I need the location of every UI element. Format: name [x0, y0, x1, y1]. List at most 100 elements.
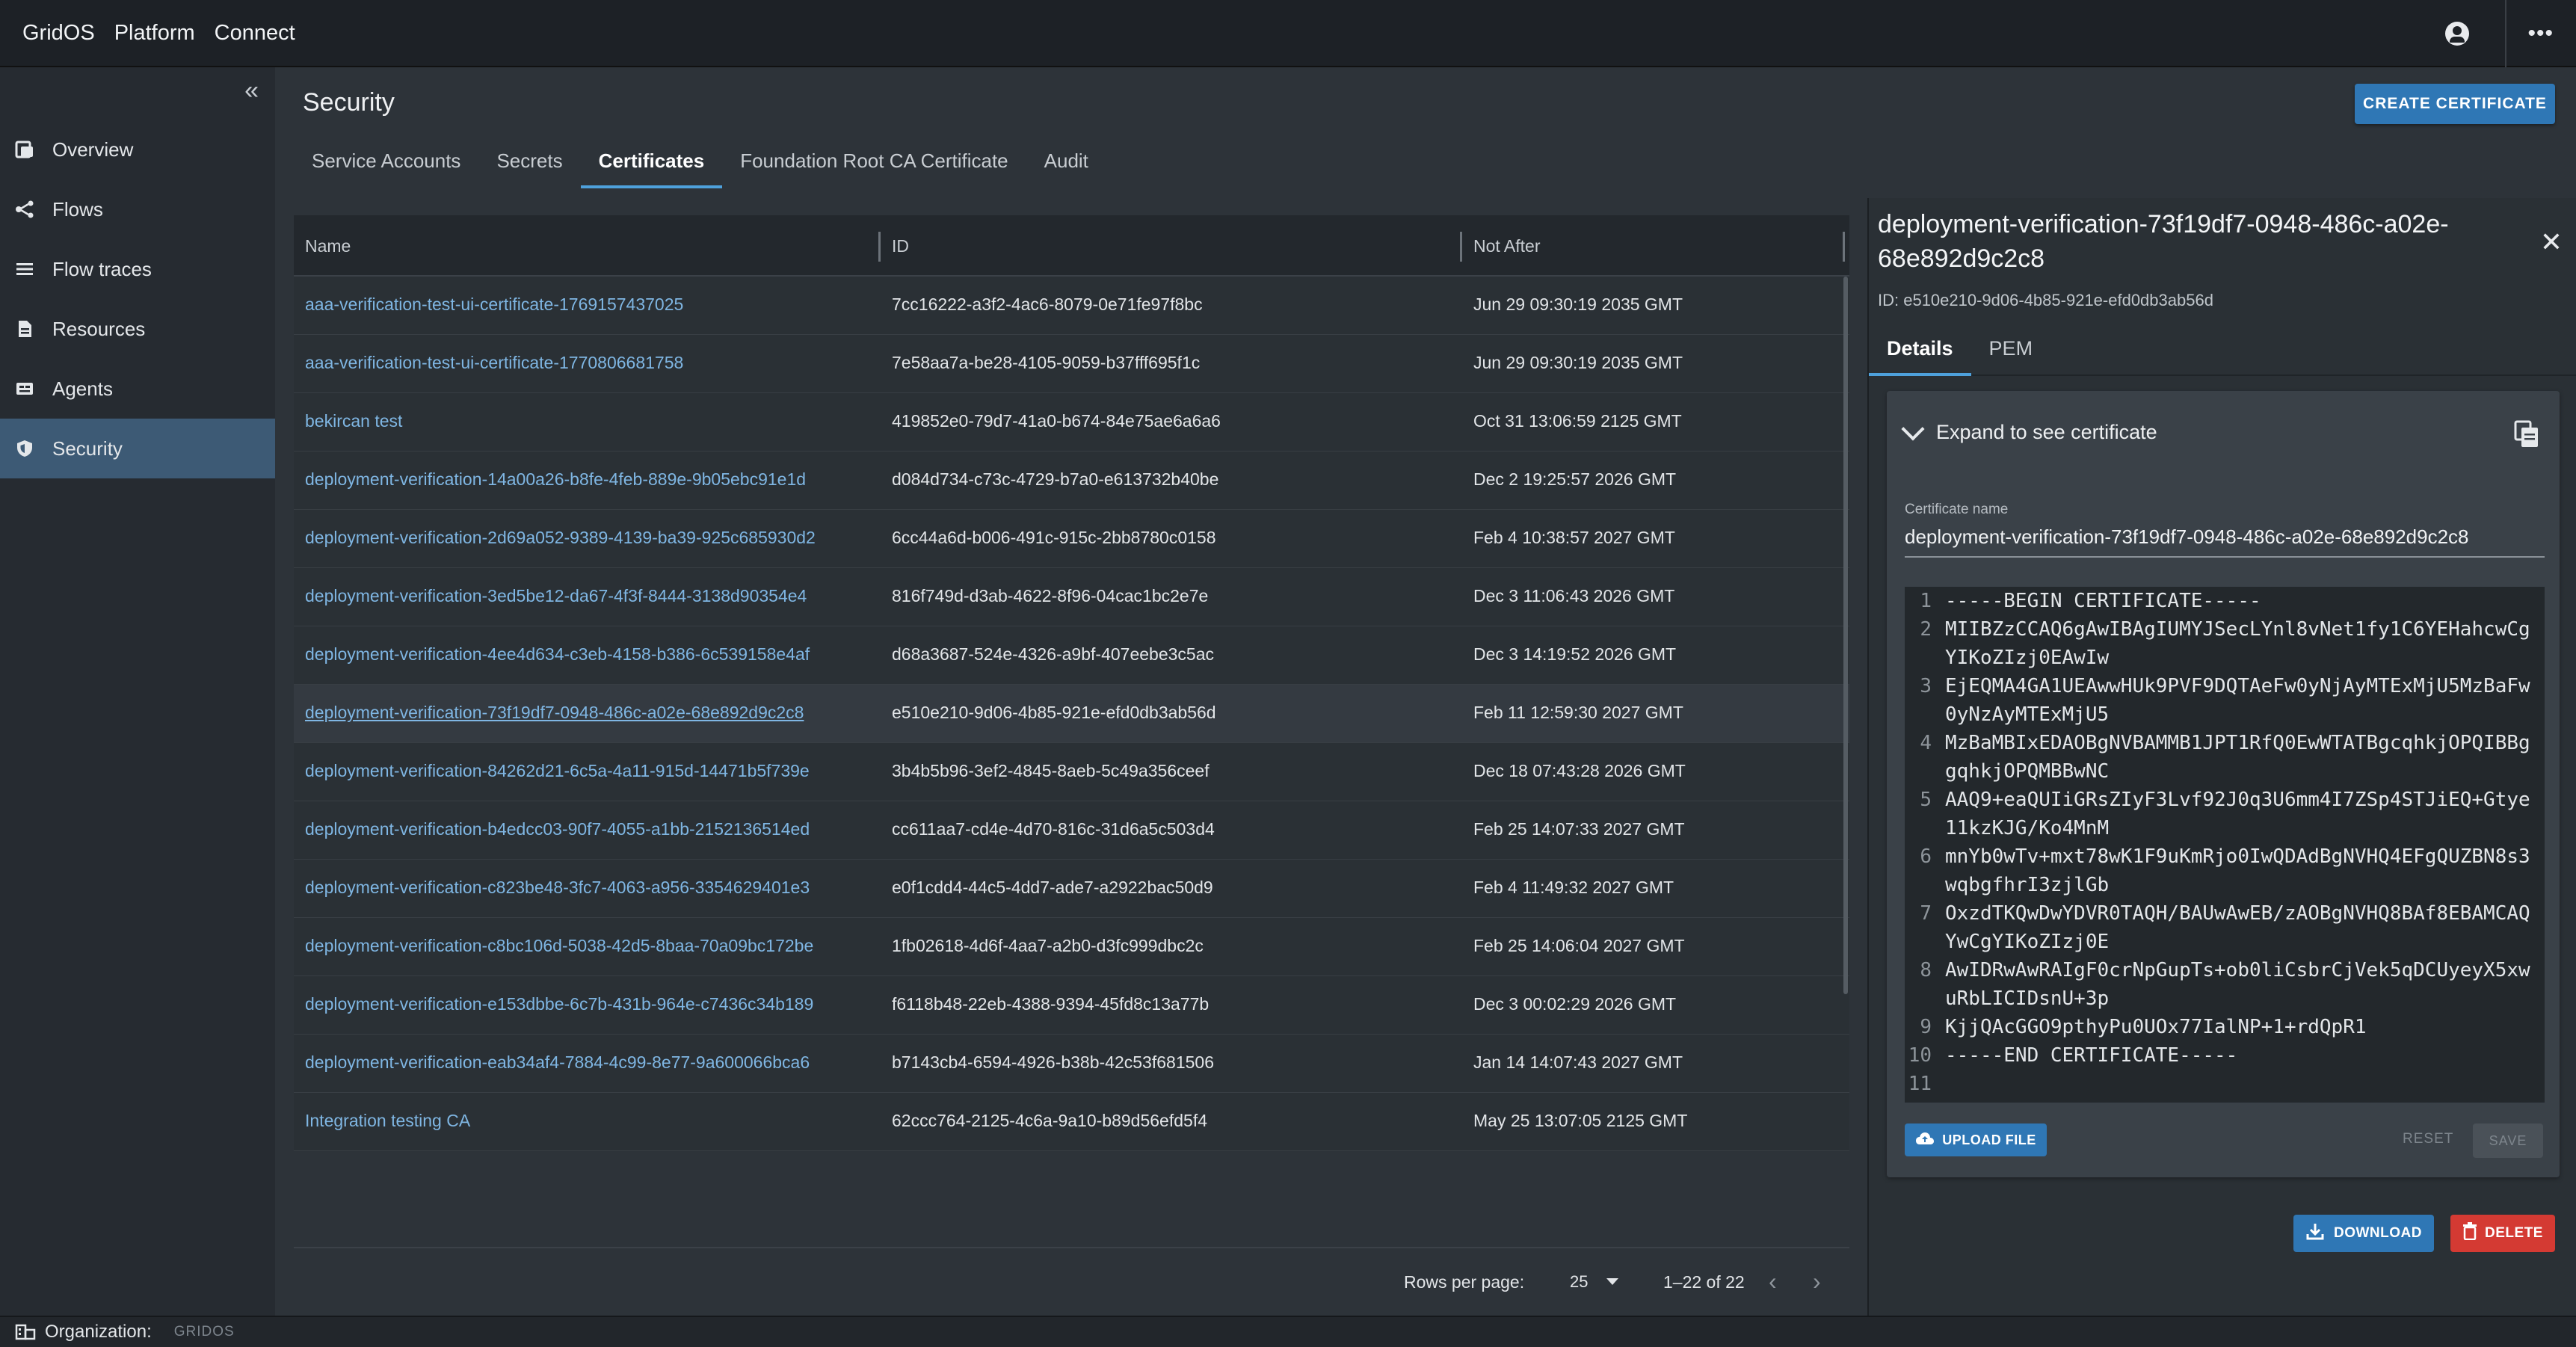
- expand-certificate-toggle[interactable]: Expand to see certificate: [1901, 416, 2545, 454]
- certificate-id: d68a3687-524e-4326-a9bf-407eebe3c5ac: [892, 644, 1214, 664]
- reset-button[interactable]: RESET: [2403, 1131, 2453, 1147]
- code-line: 3 EjEQMA4GA1UEAwwHUk9PVF9DQTAeFw0yNjAyMTE…: [1905, 672, 2545, 729]
- upload-file-button[interactable]: UPLOAD FILE: [1905, 1123, 2047, 1156]
- certificate-name-link[interactable]: deployment-verification-4ee4d634-c3eb-41…: [305, 644, 810, 665]
- line-number: 3: [1920, 675, 1932, 697]
- brand-connect[interactable]: Connect: [215, 21, 295, 46]
- certificate-not-after: Oct 31 13:06:59 2125 GMT: [1473, 411, 1682, 431]
- certificate-name-link[interactable]: deployment-verification-3ed5be12-da67-4f…: [305, 586, 807, 606]
- column-header-name[interactable]: Name: [305, 236, 351, 256]
- table-row[interactable]: deployment-verification-eab34af4-7884-4c…: [294, 1035, 1849, 1093]
- code-line: 6 mnYb0wTv+mxt78wK1F9uKmRjo0IwQDAdBgNVHQ4…: [1905, 842, 2545, 899]
- line-number: 6: [1920, 845, 1932, 868]
- page-title: Security: [303, 88, 395, 117]
- table-row[interactable]: Integration testing CA 62ccc764-2125-4c6a…: [294, 1093, 1849, 1151]
- column-resize-handle[interactable]: [1460, 232, 1462, 262]
- table-row[interactable]: aaa-verification-test-ui-certificate-177…: [294, 335, 1849, 393]
- sidebar-item-resources[interactable]: Resources: [0, 299, 275, 359]
- line-number: 10: [1908, 1044, 1932, 1067]
- certificate-id: b7143cb4-6594-4926-b38b-42c53f681506: [892, 1052, 1214, 1072]
- table-scrollbar[interactable]: [1843, 277, 1848, 994]
- certificate-name-link[interactable]: deployment-verification-73f19df7-0948-48…: [305, 703, 804, 723]
- certificate-name-link[interactable]: deployment-verification-e153dbbe-6c7b-43…: [305, 994, 813, 1014]
- table-row[interactable]: deployment-verification-e153dbbe-6c7b-43…: [294, 976, 1849, 1035]
- detail-id: ID: e510e210-9d06-4b85-921e-efd0db3ab56d: [1878, 291, 2213, 309]
- sidebar-nav: Overview Flows Flow traces Resources Age…: [0, 120, 275, 478]
- column-resize-handle[interactable]: [1843, 232, 1845, 262]
- table-row[interactable]: deployment-verification-2d69a052-9389-41…: [294, 510, 1849, 568]
- account-circle-icon[interactable]: [2445, 22, 2470, 46]
- certificate-name-link[interactable]: deployment-verification-eab34af4-7884-4c…: [305, 1052, 810, 1073]
- certificate-name-link[interactable]: bekircan test: [305, 411, 402, 431]
- save-button[interactable]: SAVE: [2473, 1123, 2543, 1158]
- sidebar-item-label: Flows: [52, 197, 103, 221]
- table-row[interactable]: deployment-verification-3ed5be12-da67-4f…: [294, 568, 1849, 626]
- line-number: 2: [1920, 618, 1932, 641]
- certificate-card: Expand to see certificate Certificate na…: [1887, 391, 2560, 1177]
- certificate-not-after: Jun 29 09:30:19 2035 GMT: [1473, 295, 1683, 314]
- organization-bar: Organization: GRIDOS: [0, 1316, 2576, 1347]
- column-resize-handle[interactable]: [878, 232, 881, 262]
- tab-secrets[interactable]: Secrets: [478, 142, 580, 191]
- sidebar-item-overview[interactable]: Overview: [0, 120, 275, 179]
- line-number: 8: [1920, 959, 1932, 981]
- certificate-name-link[interactable]: deployment-verification-b4edcc03-90f7-40…: [305, 819, 810, 839]
- table-row[interactable]: deployment-verification-c8bc106d-5038-42…: [294, 918, 1849, 976]
- dashboard-icon: [13, 138, 36, 161]
- certificate-name-link[interactable]: deployment-verification-2d69a052-9389-41…: [305, 528, 816, 548]
- line-text: -----END CERTIFICATE-----: [1945, 1044, 2238, 1067]
- code-line: 7 OxzdTKQwDwYDVR0TAQH/BAUwAwEB/zAOBgNVHQ8…: [1905, 899, 2545, 956]
- brand-name[interactable]: GridOS: [22, 21, 95, 46]
- column-header-id[interactable]: ID: [892, 236, 909, 256]
- certificate-name-link[interactable]: deployment-verification-14a00a26-b8fe-4f…: [305, 469, 806, 490]
- certificate-name-link[interactable]: deployment-verification-84262d21-6c5a-4a…: [305, 761, 810, 781]
- caret-down-icon[interactable]: [1606, 1278, 1618, 1285]
- upload-file-label: UPLOAD FILE: [1942, 1132, 2036, 1147]
- certificate-detail-panel: deployment-verification-73f19df7-0948-48…: [1867, 198, 2576, 1316]
- table-row[interactable]: deployment-verification-73f19df7-0948-48…: [294, 685, 1849, 743]
- certificate-id: 419852e0-79d7-41a0-b674-84e75ae6a6a6: [892, 411, 1221, 431]
- table-row[interactable]: deployment-verification-14a00a26-b8fe-4f…: [294, 451, 1849, 510]
- chevron-right-icon[interactable]: ›: [1813, 1268, 1821, 1295]
- column-header-not-after[interactable]: Not After: [1473, 236, 1540, 256]
- code-line: 8 AwIDRwAwRAIgF0crNpGupTs+ob0liCsbrCjVek5…: [1905, 956, 2545, 1013]
- download-button[interactable]: DOWNLOAD: [2293, 1215, 2434, 1252]
- document-icon: [13, 318, 36, 340]
- table-row[interactable]: deployment-verification-84262d21-6c5a-4a…: [294, 743, 1849, 801]
- certificate-name-link[interactable]: aaa-verification-test-ui-certificate-177…: [305, 353, 683, 373]
- certificate-not-after: May 25 13:07:05 2125 GMT: [1473, 1111, 1688, 1130]
- more-horiz-icon[interactable]: •••: [2527, 21, 2554, 46]
- table-row[interactable]: deployment-verification-b4edcc03-90f7-40…: [294, 801, 1849, 860]
- copy-icon[interactable]: [2513, 419, 2540, 449]
- certificate-name-link[interactable]: Integration testing CA: [305, 1111, 470, 1131]
- pem-code-editor[interactable]: 1 -----BEGIN CERTIFICATE----- 2 MIIBZzCCAQ6…: [1905, 587, 2545, 1103]
- chevron-left-icon[interactable]: ‹: [1769, 1268, 1777, 1295]
- delete-button[interactable]: DELETE: [2450, 1215, 2555, 1252]
- tab-foundation-root-ca[interactable]: Foundation Root CA Certificate: [722, 142, 1026, 191]
- organization-value[interactable]: GRIDOS: [174, 1324, 235, 1340]
- certificate-name-link[interactable]: aaa-verification-test-ui-certificate-176…: [305, 295, 683, 315]
- certificate-not-after: Jan 14 14:07:43 2027 GMT: [1473, 1052, 1683, 1072]
- table-row[interactable]: bekircan test 419852e0-79d7-41a0-b674-84e…: [294, 393, 1849, 451]
- rows-per-page-select[interactable]: 25: [1570, 1272, 1588, 1292]
- certificate-name-link[interactable]: deployment-verification-c8bc106d-5038-42…: [305, 936, 813, 956]
- brand-platform[interactable]: Platform: [114, 21, 195, 46]
- tab-service-accounts[interactable]: Service Accounts: [294, 142, 478, 191]
- table-row[interactable]: deployment-verification-c823be48-3fc7-40…: [294, 860, 1849, 918]
- table-row[interactable]: deployment-verification-4ee4d634-c3eb-41…: [294, 626, 1849, 685]
- certificate-name-link[interactable]: deployment-verification-c823be48-3fc7-40…: [305, 878, 810, 898]
- sidebar-item-flow-traces[interactable]: Flow traces: [0, 239, 275, 299]
- tab-certificates[interactable]: Certificates: [580, 142, 723, 191]
- certificate-name-field[interactable]: deployment-verification-73f19df7-0948-48…: [1905, 525, 2545, 558]
- tab-audit[interactable]: Audit: [1026, 142, 1106, 191]
- certificate-not-after: Feb 4 10:38:57 2027 GMT: [1473, 528, 1675, 547]
- tab-pem[interactable]: PEM: [1971, 325, 2051, 376]
- sidebar-item-agents[interactable]: Agents: [0, 359, 275, 419]
- sidebar-item-security[interactable]: Security: [0, 419, 275, 478]
- sidebar-item-flows[interactable]: Flows: [0, 179, 275, 239]
- tab-details[interactable]: Details: [1869, 325, 1971, 376]
- close-icon[interactable]: ✕: [2540, 226, 2563, 258]
- create-certificate-button[interactable]: CREATE CERTIFICATE: [2355, 84, 2555, 124]
- double-chevron-left-icon[interactable]: «: [244, 76, 259, 105]
- table-row[interactable]: aaa-verification-test-ui-certificate-176…: [294, 277, 1849, 335]
